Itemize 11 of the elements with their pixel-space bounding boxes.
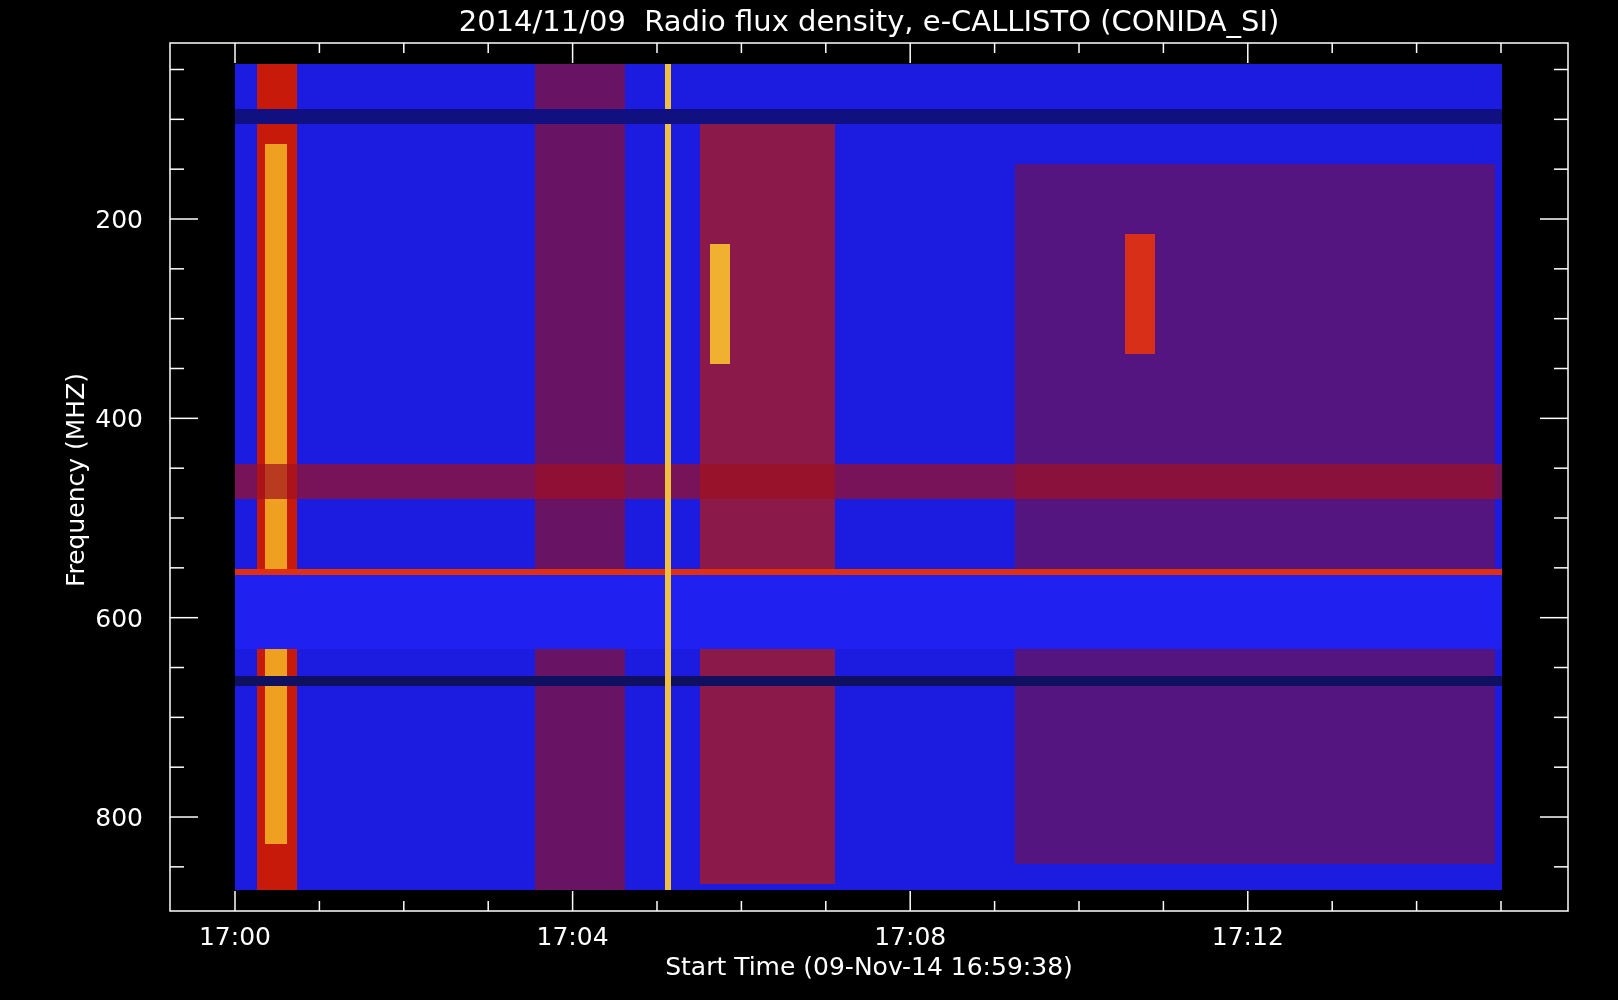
tick-label: 17:12 <box>1211 922 1284 951</box>
tick-label: 400 <box>95 404 143 434</box>
tick-label: 200 <box>95 205 143 234</box>
tick-label: 800 <box>95 803 143 832</box>
axis-label: Frequency (MHZ) <box>61 372 90 588</box>
tick-label: 17:00 <box>199 922 271 951</box>
tick-label: 600 <box>95 603 143 633</box>
tick-label: 17:08 <box>874 922 947 951</box>
tick-label: 17:04 <box>536 922 609 951</box>
chart-title: 2014/11/09 Radio flux density, e-CALLISTO (CONIDA_SI) <box>458 4 1280 38</box>
axis-label: Start Time (09-Nov-14 16:59:38) <box>665 952 1073 981</box>
